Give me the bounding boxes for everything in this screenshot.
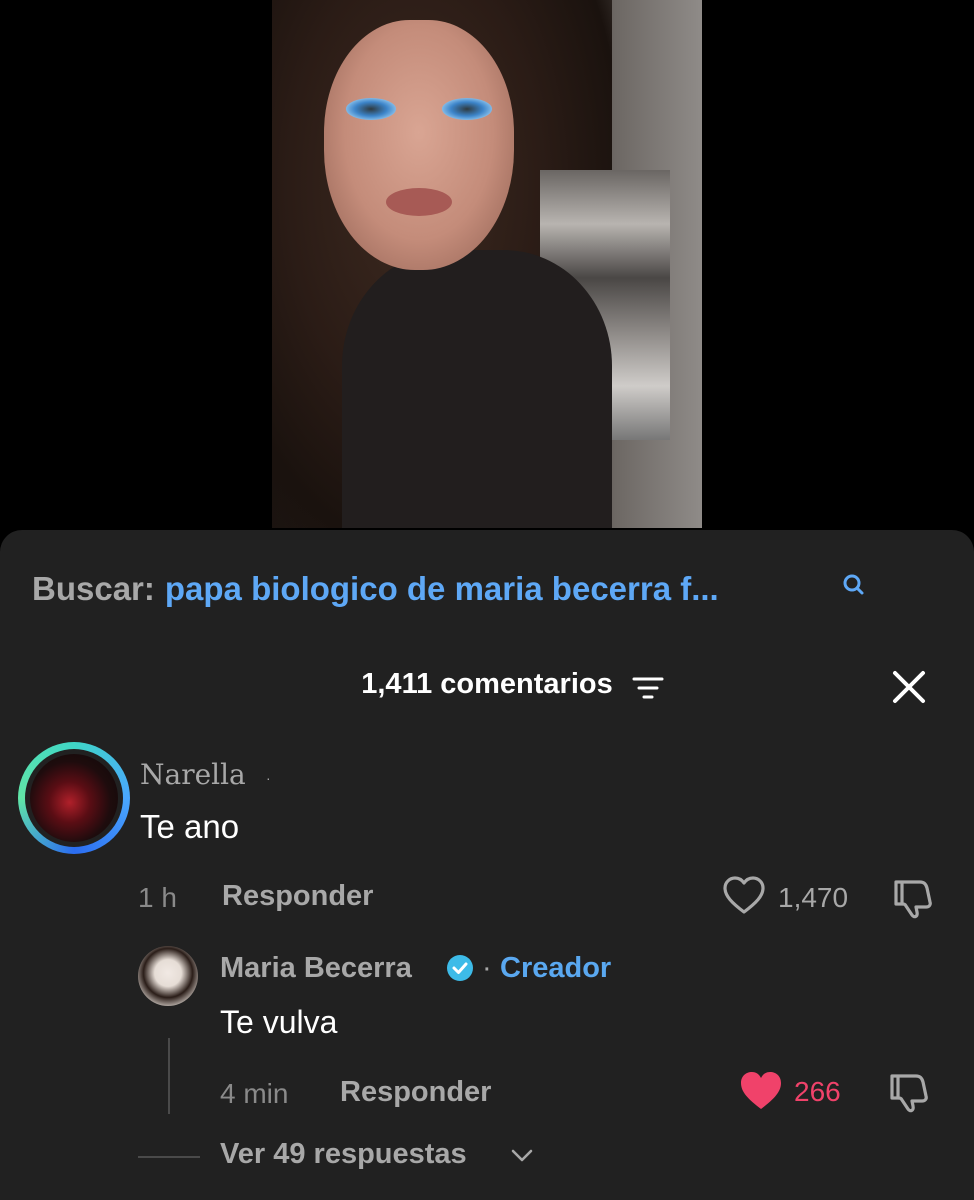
avatar-image [30, 754, 118, 842]
avatar[interactable] [18, 742, 130, 854]
comment-time: 1 h [138, 882, 177, 913]
video-player[interactable] [0, 0, 974, 560]
comments-header: 1,411 comentarios [0, 662, 974, 710]
comment-text: Te ano [140, 808, 240, 845]
replies-divider [138, 1156, 200, 1158]
reply-button[interactable]: Responder [340, 1076, 491, 1109]
dislike-icon[interactable] [890, 876, 936, 920]
search-label: Buscar: [32, 570, 155, 607]
thread-line [168, 1038, 170, 1114]
like-count: 266 [794, 1076, 841, 1107]
comments-count: 1,411 comentarios [361, 668, 613, 700]
chevron-down-icon[interactable] [510, 1148, 534, 1164]
author-separator: · [482, 952, 492, 984]
video-lips [386, 188, 452, 216]
comment-author[interactable]: Maria Becerra [220, 952, 412, 985]
comment-text: Te vulva [220, 1004, 338, 1040]
view-replies-button[interactable]: Ver 49 respuestas [220, 1138, 467, 1171]
search-suggestion[interactable]: Buscar: papa biologico de maria becerra f… [32, 570, 934, 614]
avatar[interactable] [138, 946, 198, 1006]
video-body [342, 250, 612, 528]
heart-icon[interactable] [722, 876, 766, 916]
comments-sheet: Buscar: papa biologico de maria becerra f… [0, 530, 974, 1200]
video-face [324, 20, 514, 270]
reply-button[interactable]: Responder [222, 880, 373, 913]
comment-author[interactable]: Narella [140, 758, 246, 791]
comment-time: 4 min [220, 1078, 289, 1109]
video-frame[interactable] [272, 0, 702, 528]
author-badge: · [266, 770, 271, 786]
search-query[interactable]: papa biologico de maria becerra f... [165, 570, 719, 607]
creator-badge: Creador [500, 952, 612, 984]
like-count: 1,470 [778, 882, 849, 913]
dislike-icon[interactable] [886, 1070, 932, 1114]
verified-icon [447, 955, 473, 981]
search-icon[interactable] [840, 572, 868, 600]
video-eye-left [346, 98, 396, 120]
close-icon[interactable] [890, 668, 928, 706]
filter-icon[interactable] [632, 676, 664, 700]
video-eye-right [442, 98, 492, 120]
heart-icon[interactable] [738, 1070, 784, 1112]
